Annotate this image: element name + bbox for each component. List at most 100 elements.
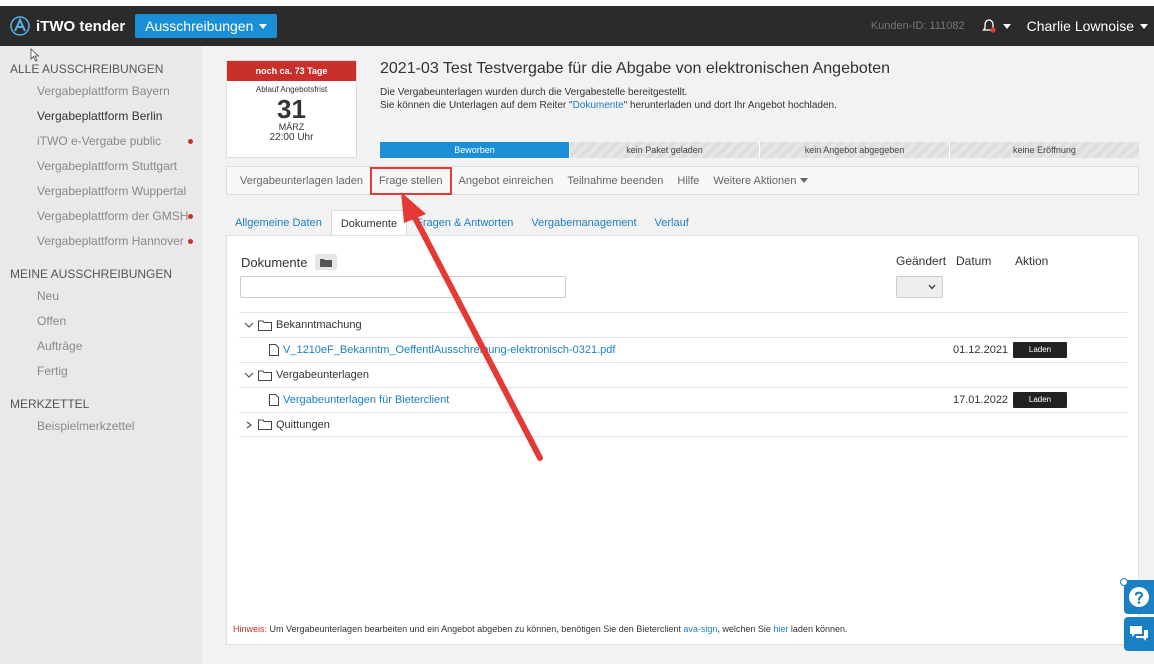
page-title: 2021-03 Test Testvergabe für die Abgabe …: [380, 60, 891, 77]
document-search-input[interactable]: [240, 276, 566, 298]
folder-icon: [258, 320, 272, 331]
sidebar-item-example-notes[interactable]: Beispielmerkzettel: [0, 415, 202, 440]
mouse-cursor-icon: [30, 48, 40, 62]
action-toolbar: Vergabeunterlagen laden Frage stellen An…: [226, 166, 1139, 195]
tenders-menu-label: Ausschreibungen: [145, 18, 254, 34]
more-actions-label: Weitere Aktionen: [713, 174, 797, 187]
folder-name: Quittungen: [276, 418, 330, 431]
documents-heading: Dokumente: [241, 254, 338, 270]
tenders-menu-button[interactable]: Ausschreibungen: [135, 14, 278, 38]
ask-question-button[interactable]: Frage stellen: [369, 166, 452, 195]
deadline-card: noch ca. 73 Tage Ablauf Angebotsfrist 31…: [226, 60, 357, 158]
more-actions-dropdown[interactable]: Weitere Aktionen: [706, 170, 815, 192]
chevron-down-icon: [1140, 23, 1148, 29]
sidebar-item-hannover[interactable]: Vergabeplattform Hannover: [0, 230, 202, 255]
sidebar-item-label: iTWO e-Vergabe public: [37, 134, 162, 148]
sidebar-item-done[interactable]: Fertig: [0, 360, 202, 385]
load-file-button[interactable]: Laden: [1013, 342, 1067, 358]
ava-sign-link[interactable]: ava-sign: [683, 624, 717, 634]
column-changed: Geändert: [896, 254, 947, 268]
sidebar-item-label: Offen: [37, 314, 67, 328]
file-icon: [269, 344, 279, 356]
user-menu[interactable]: Charlie Lownoise: [1027, 18, 1148, 34]
status-step-opening: keine Eröffnung: [949, 142, 1139, 158]
chat-fab-button[interactable]: [1124, 617, 1154, 651]
sidebar-section-notes: MERKZETTEL: [10, 397, 90, 411]
sidebar-item-bayern[interactable]: Vergabeplattform Bayern: [0, 80, 202, 105]
sidebar-item-open[interactable]: Offen: [0, 310, 202, 335]
sidebar-item-label: Vergabeplattform der GMSH: [37, 209, 189, 223]
unread-dot: [188, 239, 193, 244]
load-documents-button[interactable]: Vergabeunterlagen laden: [233, 170, 370, 192]
sidebar-item-label: Neu: [37, 289, 60, 303]
folder-row[interactable]: Bekanntmachung: [239, 312, 1127, 337]
folder-icon: [320, 258, 333, 267]
sidebar-item-gmsh[interactable]: Vergabeplattform der GMSH: [0, 205, 202, 230]
notifications-button[interactable]: [981, 18, 1011, 34]
tender-info-text: Sie können die Unterlagen auf dem Reiter…: [380, 100, 573, 111]
tab-bar: Allgemeine Daten Dokumente Fragen & Antw…: [226, 210, 1139, 236]
unread-dot: [188, 139, 193, 144]
file-date: 17.01.2022: [953, 394, 1009, 406]
folder-name: Bekanntmachung: [276, 319, 362, 331]
column-action: Aktion: [1015, 254, 1049, 268]
tab-general[interactable]: Allgemeine Daten: [226, 210, 331, 236]
sidebar-item-new[interactable]: Neu: [0, 285, 202, 310]
help-button[interactable]: Hilfe: [670, 170, 706, 192]
deadline-month: MÄRZ: [278, 122, 305, 132]
sidebar-item-label: Vergabeplattform Berlin: [37, 109, 163, 123]
top-navbar: iTWO tender Ausschreibungen Kunden-ID: 1…: [0, 6, 1154, 46]
sidebar-item-label: Fertig: [37, 364, 68, 378]
status-step-applied: Beworben: [380, 142, 569, 158]
file-icon: [269, 394, 279, 406]
download-here-link[interactable]: hier: [773, 624, 788, 634]
hint-body: , welchen Sie: [717, 624, 774, 634]
deadline-remaining: noch ca. 73 Tage: [227, 61, 356, 81]
folder-row[interactable]: Vergabeunterlagen: [239, 362, 1127, 387]
file-link[interactable]: V_1210eF_Bekanntm_OeffentlAusschreibung-…: [283, 344, 615, 356]
folder-button[interactable]: [315, 254, 338, 270]
folder-row[interactable]: Quittungen: [239, 412, 1127, 437]
sidebar-item-orders[interactable]: Aufträge: [0, 335, 202, 360]
question-circle-icon: [1129, 587, 1149, 607]
main-content: noch ca. 73 Tage Ablauf Angebotsfrist 31…: [202, 46, 1154, 664]
chevron-down-icon: [244, 322, 254, 328]
load-file-button[interactable]: Laden: [1013, 392, 1067, 408]
tab-management[interactable]: Vergabemanagement: [522, 210, 645, 236]
tab-history[interactable]: Verlauf: [646, 210, 698, 236]
sidebar: ALLE AUSSCHREIBUNGEN Vergabeplattform Ba…: [0, 46, 202, 664]
tender-info-text: " herunterladen und dort Ihr Angebot hoc…: [623, 100, 837, 111]
help-fab-button[interactable]: [1124, 580, 1154, 614]
tender-info-line2: Sie können die Unterlagen auf dem Reiter…: [380, 99, 837, 112]
submit-offer-button[interactable]: Angebot einreichen: [452, 170, 561, 192]
sidebar-item-itwo-public[interactable]: iTWO e-Vergabe public: [0, 130, 202, 155]
tab-documents[interactable]: Dokumente: [330, 210, 408, 236]
file-link[interactable]: Vergabeunterlagen für Bieterclient: [283, 394, 449, 406]
deadline-label: Ablauf Angebotsfrist: [255, 85, 328, 94]
file-row: Vergabeunterlagen für Bieterclient 17.01…: [239, 387, 1127, 412]
sidebar-item-label: Vergabeplattform Stuttgart: [37, 159, 178, 173]
unread-dot: [188, 214, 193, 219]
end-participation-button[interactable]: Teilnahme beenden: [560, 170, 670, 192]
sidebar-item-berlin[interactable]: Vergabeplattform Berlin: [0, 105, 202, 130]
folder-name: Vergabeunterlagen: [276, 369, 369, 381]
tender-info: Die Vergabeunterlagen wurden durch die V…: [380, 86, 837, 112]
sidebar-item-stuttgart[interactable]: Vergabeplattform Stuttgart: [0, 155, 202, 180]
brand-logo[interactable]: iTWO tender: [10, 16, 125, 36]
chevron-down-icon: [259, 23, 268, 29]
deadline-day: 31: [277, 94, 306, 124]
sidebar-item-wuppertal[interactable]: Vergabeplattform Wuppertal: [0, 180, 202, 205]
documents-link[interactable]: Dokumente: [573, 100, 624, 111]
sidebar-item-label: Vergabeplattform Hannover: [37, 234, 184, 248]
sidebar-item-label: Beispielmerkzettel: [37, 419, 135, 433]
hint-text: Hinweis: Um Vergabeunterlagen bearbeiten…: [233, 624, 847, 634]
sidebar-item-label: Vergabeplattform Wuppertal: [37, 184, 187, 198]
chevron-down-icon: [800, 178, 809, 183]
hint-body: laden können.: [788, 624, 848, 634]
file-row: V_1210eF_Bekanntm_OeffentlAusschreibung-…: [239, 337, 1127, 362]
sidebar-section-mine: MEINE AUSSCHREIBUNGEN: [10, 267, 173, 281]
chevron-down-icon: [244, 372, 254, 378]
documents-heading-label: Dokumente: [241, 254, 308, 270]
tab-questions[interactable]: Fragen & Antworten: [407, 210, 522, 236]
changed-filter-select[interactable]: [896, 276, 943, 298]
